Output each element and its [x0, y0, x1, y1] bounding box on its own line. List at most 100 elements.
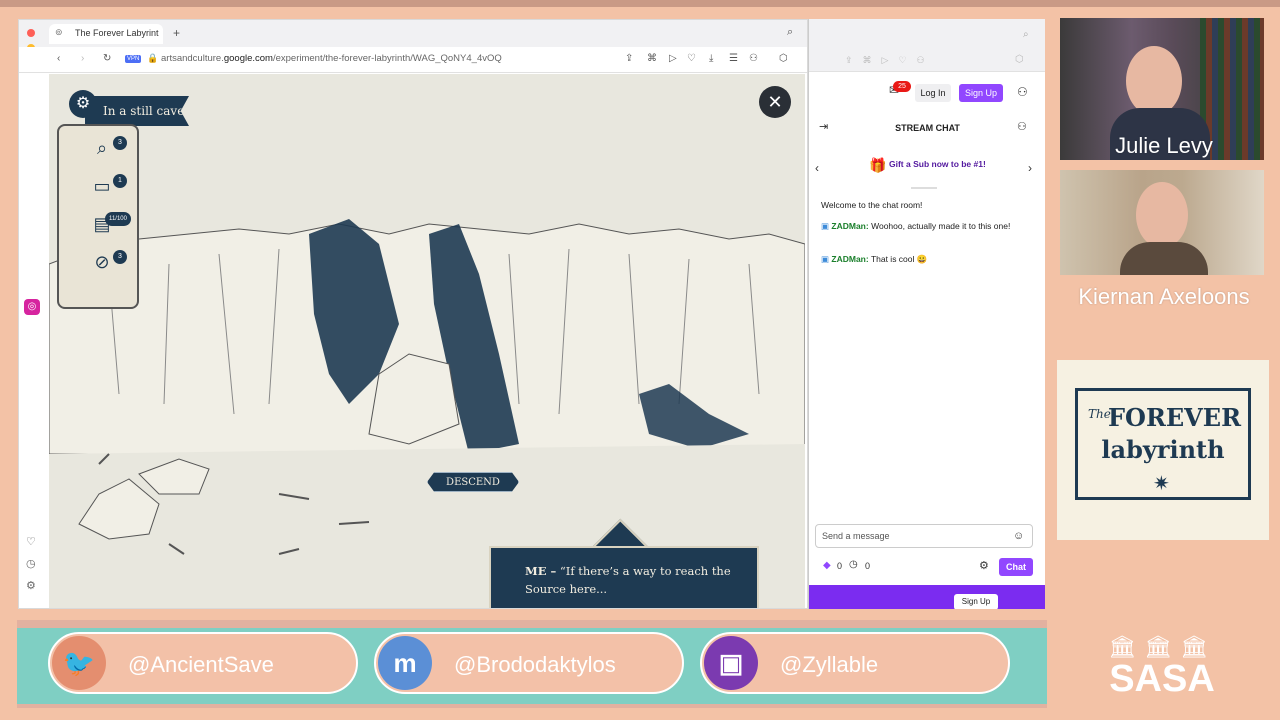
social-mastodon: m @Brododaktylos — [374, 632, 684, 694]
tab-title: The Forever Labyrint — [75, 28, 159, 38]
browser-sidebar: ◎ ♡ ◷ ⚙ — [19, 73, 49, 608]
close-game-button[interactable]: ✕ — [759, 86, 791, 118]
login-button[interactable]: Log In — [915, 84, 951, 102]
social-twitch: ▣ @Zyllable — [700, 632, 1010, 694]
face — [1136, 182, 1188, 248]
twitter-icon: 🐦 — [52, 636, 106, 690]
game-logo: The FOREVER labyrinth ✷ — [1075, 388, 1251, 500]
chat-message: ▣ ZADMan: Woohoo, actually made it to th… — [821, 221, 1011, 231]
bits-count: 0 — [837, 561, 843, 571]
twitch-icon: ▣ — [704, 636, 758, 690]
chat-username[interactable]: ZADMan: — [831, 254, 868, 264]
heart-icon[interactable]: ♡ — [687, 53, 696, 64]
camera-icon[interactable]: ⌘ — [647, 53, 657, 64]
channel-points-count: 0 — [865, 561, 871, 571]
webcam-name-1: Julie Levy — [1115, 133, 1213, 158]
chat-send-button[interactable]: Chat — [999, 558, 1033, 576]
chat-panel: ⌕ ⇪⌘▷♡⚇ ⬡ ✉ 25 Log In Sign Up ⚇ ⇥ STREAM… — [808, 19, 1045, 609]
labyrinth-emblem-icon: ✷ — [1153, 471, 1170, 495]
lock-icon: 🔒 — [147, 53, 159, 63]
bits-icon[interactable]: ◆ — [823, 560, 831, 571]
twitter-handle: @AncientSave — [128, 652, 274, 677]
user-icon[interactable]: ⚇ — [1017, 85, 1028, 99]
game-canvas[interactable]: In a still cave ⚙ ⌕ 3 ▭ 1 ▤ 11/100 ⊘ 3 ✕… — [49, 74, 805, 608]
magnifier-count: 3 — [113, 136, 127, 150]
chat-settings-icon[interactable]: ⚙ — [979, 559, 989, 572]
menu-icon[interactable]: ☰ — [729, 53, 738, 64]
chat-input[interactable]: Send a message — [815, 524, 1033, 548]
location-banner: In a still cave — [85, 96, 189, 126]
chat-window-toolbar: ⌕ ⇪⌘▷♡⚇ ⬡ — [809, 19, 1045, 72]
profile-icon[interactable]: ⚇ — [749, 53, 758, 64]
reload-icon[interactable]: ↻ — [103, 53, 111, 64]
webcam-kiernan — [1060, 170, 1264, 275]
compass-icon: ⊘ — [94, 252, 110, 272]
shirt — [1120, 242, 1208, 275]
badge-icon: ▣ — [821, 221, 830, 231]
signup-button[interactable]: Sign Up — [959, 84, 1003, 102]
gift-icon: 🎁 — [869, 156, 887, 173]
heart-sidebar-icon[interactable]: ♡ — [26, 535, 36, 548]
close-window-icon[interactable] — [27, 29, 35, 37]
emote-icon[interactable]: ☺ — [1013, 530, 1024, 542]
channel-points-icon[interactable]: ◷ — [849, 559, 858, 570]
sasa-logo: 🏛🏛🏛 SASA — [1062, 628, 1262, 712]
chest-icon: ▭ — [93, 176, 111, 196]
menu-bar — [0, 0, 1280, 7]
badge-icon: ▣ — [821, 254, 830, 264]
webcam-name-2: Kiernan Axeloons — [1078, 284, 1250, 309]
cave-illustration — [49, 219, 805, 608]
inventory-magnifier[interactable]: ⌕ — [89, 138, 115, 164]
inventory-compass[interactable]: ⊘ — [89, 252, 115, 278]
dialog-text: “If there’s a way to reach the Source he… — [525, 564, 731, 596]
descend-button[interactable]: DESCEND — [427, 472, 519, 492]
chest-count: 1 — [113, 174, 127, 188]
chat-welcome: Welcome to the chat room! — [821, 200, 923, 210]
gift-next-icon[interactable]: › — [1028, 161, 1032, 175]
search-tabs-icon[interactable]: ⌕ — [787, 26, 793, 39]
chat-title: STREAM CHAT — [895, 123, 960, 133]
notification-badge: 25 — [893, 81, 911, 92]
new-tab-icon[interactable]: + — [173, 26, 180, 40]
download-icon[interactable]: ⤓ — [709, 53, 713, 64]
instagram-icon[interactable]: ◎ — [24, 299, 40, 315]
game-logo-card: The FOREVER labyrinth ✷ — [1057, 360, 1269, 540]
temple-icon: 🏛🏛🏛 — [1108, 634, 1216, 659]
chat-search-icon[interactable]: ⌕ — [1023, 29, 1029, 40]
promo-signup-button[interactable]: Sign Up — [954, 594, 998, 609]
chat-extension-icon[interactable]: ⬡ — [1015, 54, 1024, 65]
address-bar: ‹ › ↻ VPN 🔒 artsandculture.google.com/ex… — [19, 47, 807, 73]
settings-gear-icon[interactable]: ⚙ — [69, 90, 97, 118]
twitch-handle: @Zyllable — [780, 652, 879, 677]
play-icon[interactable]: ▷ — [669, 53, 677, 64]
inventory-chest[interactable]: ▭ — [89, 176, 115, 202]
dialog-speaker: ME – — [525, 564, 557, 578]
carousel-indicator — [911, 187, 937, 189]
inventory-scroll: ⌕ 3 ▭ 1 ▤ 11/100 ⊘ 3 — [57, 124, 139, 309]
browser-window: ⊚ The Forever Labyrint + ⌕ ‹ › ↻ VPN 🔒 a… — [18, 19, 808, 609]
settings-sidebar-icon[interactable]: ⚙ — [26, 579, 36, 592]
community-icon[interactable]: ⚇ — [1017, 120, 1027, 133]
back-icon[interactable]: ‹ — [57, 53, 60, 64]
url-field[interactable]: artsandculture.google.com/experiment/the… — [161, 53, 502, 64]
signup-promo-bar — [809, 585, 1045, 609]
share-icon[interactable]: ⇪ — [625, 53, 633, 64]
social-twitter: 🐦 @AncientSave — [48, 632, 358, 694]
close-icon: ✕ — [767, 92, 783, 112]
dialog-box[interactable]: ME – “If there’s a way to reach the Sour… — [489, 546, 759, 608]
extension-icon[interactable]: ⬡ — [779, 53, 788, 64]
tab-favicon-icon: ⊚ — [55, 27, 63, 37]
chat-username[interactable]: ZADMan: — [831, 221, 868, 231]
compass-count: 3 — [113, 250, 127, 264]
tab-bar: ⊚ The Forever Labyrint + ⌕ — [19, 20, 807, 52]
history-icon[interactable]: ◷ — [26, 557, 36, 570]
chat-message: ▣ ZADMan: That is cool 😀 — [821, 254, 928, 264]
forward-icon[interactable]: › — [81, 53, 84, 64]
mastodon-icon: m — [378, 636, 432, 690]
gift-banner[interactable]: 🎁 Gift a Sub now to be #1! — [809, 149, 1045, 179]
browser-tab[interactable]: ⊚ The Forever Labyrint — [49, 24, 163, 44]
vpn-badge[interactable]: VPN — [125, 55, 142, 63]
magnifier-icon: ⌕ — [96, 138, 108, 158]
page-count: 11/100 — [105, 212, 131, 226]
chat-toolbar-icons: ⇪⌘▷♡⚇ — [845, 55, 935, 65]
